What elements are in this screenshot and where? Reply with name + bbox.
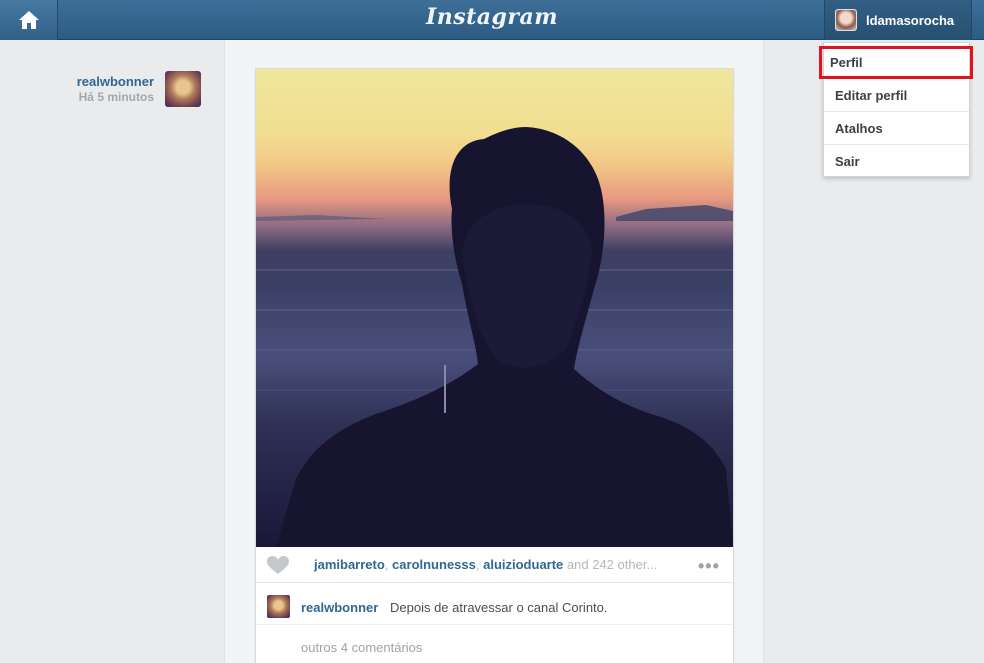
menu-item-atalhos[interactable]: Atalhos [824,112,969,145]
top-navigation-bar: Instagram ldamasorocha [0,0,984,40]
menu-item-perfil[interactable]: Perfil [819,46,973,79]
commenter-avatar[interactable] [267,595,290,618]
other-comments-link[interactable]: outros 4 comentários [301,640,422,655]
likes-row: jamibarreto, carolnunesss, aluizioduarte… [256,547,733,583]
user-dropdown-menu: Perfil Editar perfil Atalhos Sair [819,42,973,178]
menu-item-editar-perfil[interactable]: Editar perfil [824,79,969,112]
user-avatar [835,9,857,31]
post-card: jamibarreto, carolnunesss, aluizioduarte… [255,68,734,663]
commenter-username[interactable]: realwbonner [301,600,378,615]
liker-link[interactable]: jamibarreto [314,557,385,572]
comment-item: realwbonner Depois de atravessar o canal… [256,584,733,625]
author-username[interactable]: realwbonner [77,74,154,89]
comment-text: Depois de atravessar o canal Corinto. [390,600,608,615]
likes-count-text[interactable]: and 242 other... [567,557,657,572]
post-author: realwbonner Há 5 minutos [60,71,202,107]
likes-summary: jamibarreto, carolnunesss, aluizioduarte… [314,557,658,572]
post-timestamp[interactable]: Há 5 minutos [79,90,154,104]
user-menu-button[interactable]: ldamasorocha [824,0,972,40]
photo-silhouette [256,127,733,547]
post-photo[interactable] [256,69,733,547]
menu-item-sair[interactable]: Sair [824,145,969,178]
username-label: ldamasorocha [866,12,955,28]
author-avatar[interactable] [165,71,201,107]
liker-link[interactable]: carolnunesss [392,557,476,572]
heart-icon[interactable] [266,555,290,575]
ellipsis-icon[interactable]: ••• [698,556,720,577]
liker-link[interactable]: aluizioduarte [483,557,563,572]
